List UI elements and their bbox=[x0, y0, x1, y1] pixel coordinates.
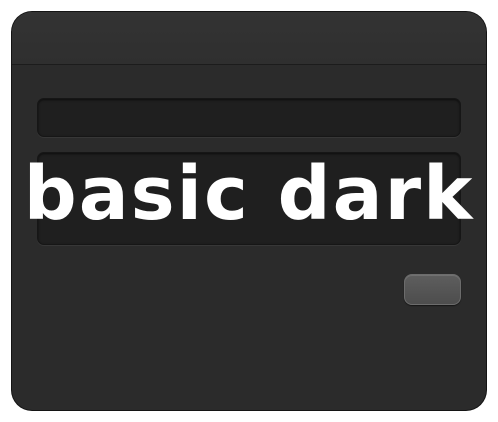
title-bar[interactable] bbox=[12, 12, 486, 65]
main-input-field[interactable] bbox=[37, 152, 461, 245]
action-button[interactable] bbox=[404, 274, 461, 305]
top-input-field[interactable] bbox=[37, 98, 461, 137]
app-window bbox=[12, 12, 486, 410]
